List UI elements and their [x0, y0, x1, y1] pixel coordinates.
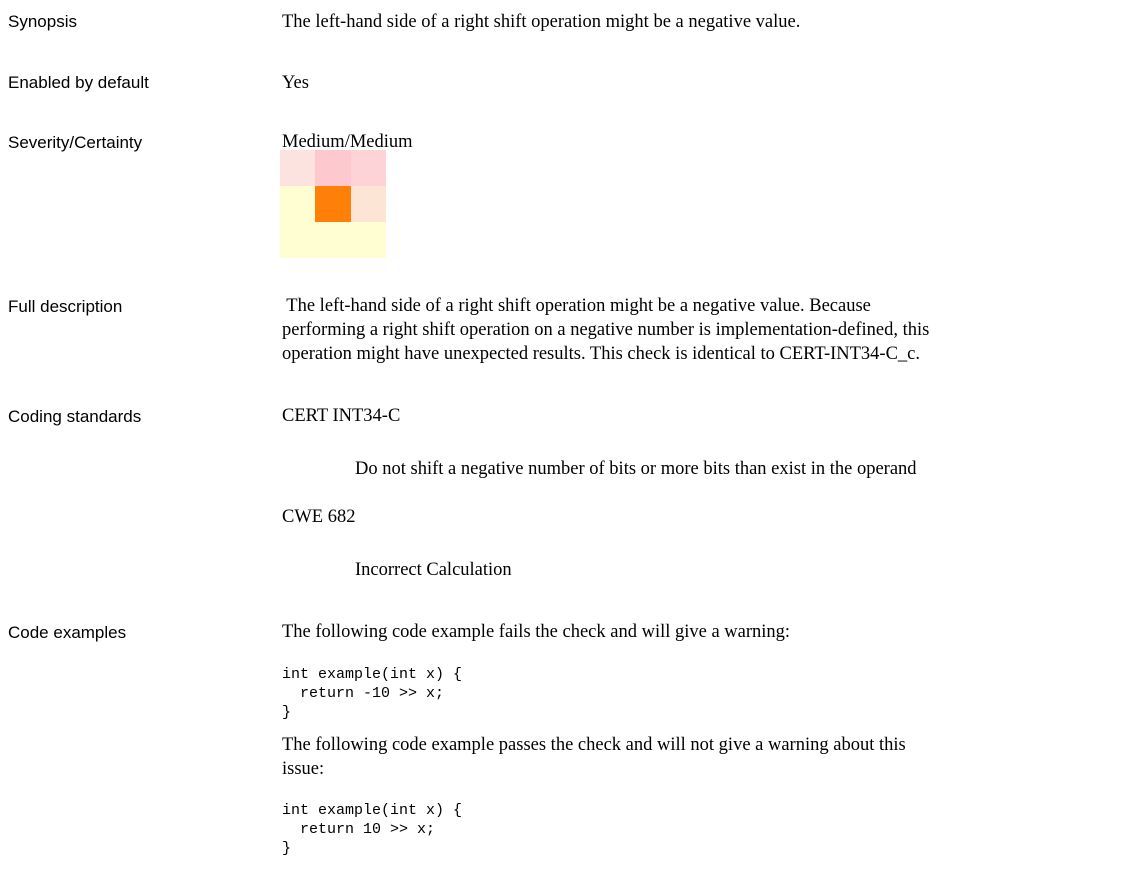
- description-line: The left-hand side of a right shift oper…: [282, 296, 871, 316]
- severity-label: Severity/Certainty: [8, 133, 143, 152]
- standard-name: CWE 682: [282, 507, 356, 527]
- description-line: performing a right shift operation on a …: [282, 320, 930, 340]
- description-label: Full description: [8, 297, 123, 316]
- matrix-cell: [280, 186, 316, 222]
- severity-certainty-matrix: [280, 150, 386, 258]
- matrix-cell: [280, 222, 316, 258]
- standard-detail: Do not shift a negative number of bits o…: [355, 459, 917, 479]
- enabled-label: Enabled by default: [8, 73, 149, 92]
- synopsis-label: Synopsis: [8, 12, 77, 31]
- pass-example-intro: The following code example passes the ch…: [282, 735, 906, 755]
- matrix-cell: [350, 186, 386, 222]
- synopsis-text: The left-hand side of a right shift oper…: [282, 12, 801, 32]
- matrix-cell: [280, 150, 316, 186]
- matrix-cell: [350, 150, 386, 186]
- description-line: operation might have unexpected results.…: [282, 344, 921, 364]
- fail-example-intro: The following code example fails the che…: [282, 622, 791, 642]
- pass-code-block: int example(int x) { return 10 >> x; }: [282, 802, 463, 857]
- matrix-cell: [315, 222, 351, 258]
- standard-name: CERT INT34-C: [282, 406, 401, 426]
- matrix-cell: [350, 222, 386, 258]
- enabled-value: Yes: [282, 73, 309, 93]
- fail-code-block: int example(int x) { return -10 >> x; }: [282, 666, 463, 721]
- matrix-cell-active: [315, 186, 351, 222]
- matrix-cell: [315, 150, 351, 186]
- standard-detail: Incorrect Calculation: [355, 560, 512, 580]
- standards-label: Coding standards: [8, 407, 142, 426]
- examples-label: Code examples: [8, 623, 127, 642]
- pass-example-intro: issue:: [282, 759, 325, 779]
